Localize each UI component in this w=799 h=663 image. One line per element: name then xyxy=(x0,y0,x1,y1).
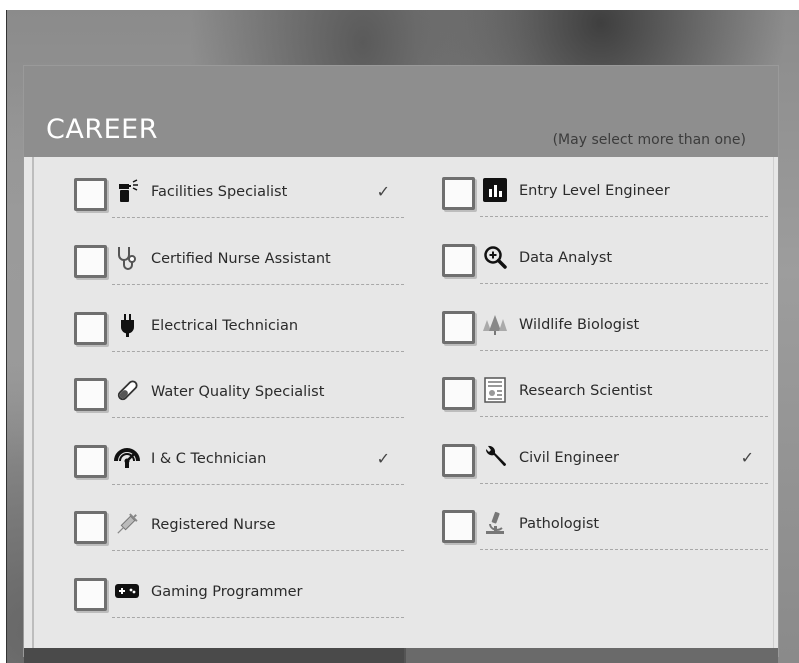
divider xyxy=(112,550,404,551)
trees-icon xyxy=(482,311,508,337)
career-item-gaming-programmer[interactable]: Gaming Programmer xyxy=(74,574,404,622)
career-item-ic-technician[interactable]: I & C Technician ✓ xyxy=(74,441,404,489)
plug-icon xyxy=(114,312,140,338)
divider xyxy=(112,217,404,218)
checkbox[interactable] xyxy=(442,510,475,543)
career-label: Civil Engineer xyxy=(519,450,619,466)
stethoscope-icon xyxy=(114,245,140,271)
magnifier-plus-icon xyxy=(482,244,508,270)
divider xyxy=(480,283,768,284)
career-item-entry-level-engineer[interactable]: Entry Level Engineer xyxy=(442,173,768,221)
divider xyxy=(480,216,768,217)
divider xyxy=(112,484,404,485)
checkmark-icon: ✓ xyxy=(376,182,390,201)
career-label: Wildlife Biologist xyxy=(519,317,640,333)
panel-hint: (May select more than one) xyxy=(552,132,746,148)
career-item-wildlife-biologist[interactable]: Wildlife Biologist xyxy=(442,307,768,355)
bottom-bar-left xyxy=(24,648,404,663)
divider xyxy=(112,284,404,285)
divider xyxy=(112,617,404,618)
panel-title: CAREER xyxy=(46,114,158,145)
divider xyxy=(480,350,768,351)
bar-chart-icon xyxy=(482,177,508,203)
microscope-icon xyxy=(482,510,508,536)
career-item-facilities-specialist[interactable]: Facilities Specialist ✓ xyxy=(74,174,404,222)
divider xyxy=(112,417,404,418)
career-label: Gaming Programmer xyxy=(151,584,303,600)
career-label: Data Analyst xyxy=(519,250,613,266)
checkbox[interactable] xyxy=(74,445,107,478)
checkmark-icon: ✓ xyxy=(740,448,754,467)
panel-header: CAREER (May select more than one) xyxy=(24,66,778,157)
checkbox[interactable] xyxy=(442,444,475,477)
career-item-certified-nurse-assistant[interactable]: Certified Nurse Assistant xyxy=(74,241,404,289)
bottom-bar xyxy=(24,648,778,663)
career-item-water-quality-specialist[interactable]: Water Quality Specialist xyxy=(74,374,404,422)
career-item-registered-nurse[interactable]: Registered Nurse xyxy=(74,507,404,555)
divider xyxy=(112,351,404,352)
test-tube-icon xyxy=(114,378,140,404)
checkbox[interactable] xyxy=(442,377,475,410)
checkbox[interactable] xyxy=(442,244,475,277)
career-label: Electrical Technician xyxy=(151,318,299,334)
career-item-data-analyst[interactable]: Data Analyst xyxy=(442,240,768,288)
career-label: Facilities Specialist xyxy=(151,184,288,200)
checkbox[interactable] xyxy=(74,312,107,345)
panel-right-edge xyxy=(773,157,774,656)
career-panel: CAREER (May select more than one) Facili… xyxy=(24,66,778,656)
career-label: Entry Level Engineer xyxy=(519,183,670,199)
career-item-electrical-technician[interactable]: Electrical Technician xyxy=(74,308,404,356)
wrench-icon xyxy=(482,444,508,470)
career-item-research-scientist[interactable]: Research Scientist xyxy=(442,373,768,421)
checkmark-icon: ✓ xyxy=(376,449,390,468)
checkbox[interactable] xyxy=(74,511,107,544)
panel-left-edge xyxy=(32,157,34,656)
career-item-pathologist[interactable]: Pathologist xyxy=(442,506,768,554)
career-label: Research Scientist xyxy=(519,383,653,399)
career-label: I & C Technician xyxy=(151,451,267,467)
bottom-bar-right xyxy=(406,648,778,663)
checkbox[interactable] xyxy=(74,378,107,411)
divider xyxy=(480,483,768,484)
checkbox[interactable] xyxy=(74,245,107,278)
career-label: Certified Nurse Assistant xyxy=(151,251,331,267)
document-icon xyxy=(482,377,508,403)
syringe-icon xyxy=(114,511,140,537)
career-item-civil-engineer[interactable]: Civil Engineer ✓ xyxy=(442,440,768,488)
divider xyxy=(480,549,768,550)
checkbox[interactable] xyxy=(442,311,475,344)
career-label: Water Quality Specialist xyxy=(151,384,325,400)
checkbox[interactable] xyxy=(74,178,107,211)
checkbox[interactable] xyxy=(74,578,107,611)
spray-bottle-icon xyxy=(114,178,140,204)
gauge-icon xyxy=(114,445,140,471)
career-label: Registered Nurse xyxy=(151,517,276,533)
divider xyxy=(480,416,768,417)
checkbox[interactable] xyxy=(442,177,475,210)
gamepad-icon xyxy=(114,578,140,604)
window-edge xyxy=(6,10,7,663)
career-label: Pathologist xyxy=(519,516,600,532)
